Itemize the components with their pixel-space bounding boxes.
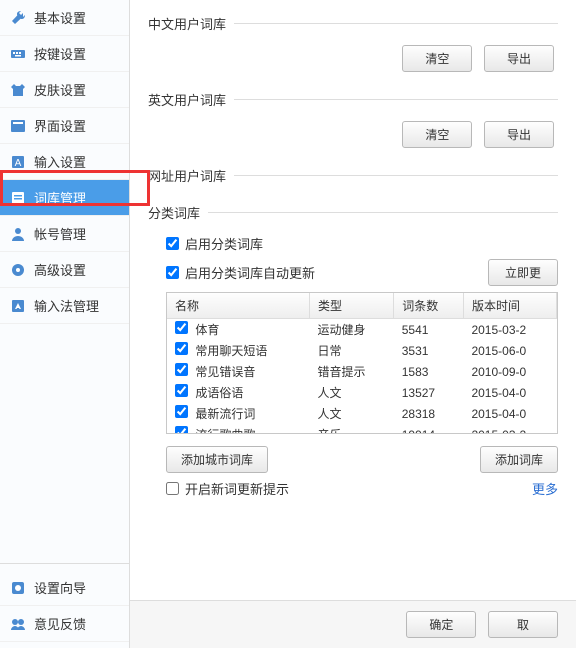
svg-text:A: A	[15, 158, 22, 169]
section-en-dict: 英文用户词库 清空 导出	[148, 90, 558, 148]
sidebar-item-account[interactable]: 帐号管理	[0, 216, 129, 252]
sidebar-label: 词库管理	[34, 188, 86, 207]
user-icon	[10, 226, 26, 242]
col-name[interactable]: 名称	[167, 293, 310, 319]
gear-icon	[10, 262, 26, 278]
ok-button[interactable]: 确定	[406, 611, 476, 638]
table-row[interactable]: 成语俗语人文135272015-04-0	[167, 382, 557, 403]
more-link[interactable]: 更多	[532, 479, 558, 498]
row-checkbox[interactable]	[175, 342, 188, 355]
section-url-dict: 网址用户词库	[148, 166, 558, 185]
col-type[interactable]: 类型	[310, 293, 394, 319]
row-checkbox[interactable]	[175, 384, 188, 397]
feedback-icon	[10, 616, 26, 632]
auto-update-checkbox[interactable]	[166, 266, 179, 279]
sidebar-label: 界面设置	[34, 116, 86, 135]
cell-date: 2015-03-2	[463, 319, 556, 341]
wrench-icon	[10, 10, 26, 26]
enable-cat-checkbox[interactable]	[166, 237, 179, 250]
new-word-tip-checkbox[interactable]	[166, 482, 179, 495]
section-title: 网址用户词库	[148, 166, 226, 185]
cell-count: 19914	[394, 424, 464, 434]
sidebar-label: 帐号管理	[34, 224, 86, 243]
sidebar-item-keys[interactable]: 按键设置	[0, 36, 129, 72]
sidebar-label: 基本设置	[34, 8, 86, 27]
row-checkbox[interactable]	[175, 426, 188, 434]
section-cn-dict: 中文用户词库 清空 导出	[148, 14, 558, 72]
keyboard-icon	[10, 46, 26, 62]
sidebar: 基本设置 按键设置 皮肤设置 界面设置 A 输入设置 词库管理	[0, 0, 130, 648]
auto-update-label: 启用分类词库自动更新	[185, 263, 315, 282]
dialog-footer: 确定 取	[130, 600, 576, 648]
sidebar-label: 设置向导	[34, 578, 86, 597]
sidebar-item-basic[interactable]: 基本设置	[0, 0, 129, 36]
cell-type: 日常	[310, 340, 394, 361]
table-row[interactable]: 常见错误音错音提示15832010-09-0	[167, 361, 557, 382]
cell-type: 人文	[310, 403, 394, 424]
add-city-button[interactable]: 添加城市词库	[166, 446, 268, 473]
cell-count: 5541	[394, 319, 464, 341]
cell-date: 2015-06-0	[463, 340, 556, 361]
sidebar-feedback[interactable]: 意见反馈	[0, 606, 129, 642]
sidebar-item-ui[interactable]: 界面设置	[0, 108, 129, 144]
section-cat-dict: 分类词库 启用分类词库 启用分类词库自动更新 立即更 名称 类型	[148, 203, 558, 498]
cell-type: 人文	[310, 382, 394, 403]
cell-type: 音乐	[310, 424, 394, 434]
sidebar-wizard[interactable]: 设置向导	[0, 570, 129, 606]
table-row[interactable]: 最新流行词人文283182015-04-0	[167, 403, 557, 424]
col-count[interactable]: 词条数	[394, 293, 464, 319]
update-now-button[interactable]: 立即更	[488, 259, 558, 286]
dict-icon	[10, 190, 26, 206]
new-word-tip-label: 开启新词更新提示	[185, 479, 289, 498]
section-title: 中文用户词库	[148, 14, 226, 33]
table-row[interactable]: 流行歌曲歌音乐199142015-03-2	[167, 424, 557, 434]
layout-icon	[10, 118, 26, 134]
enable-cat-label: 启用分类词库	[185, 234, 263, 253]
cell-count: 13527	[394, 382, 464, 403]
cell-type: 运动健身	[310, 319, 394, 341]
cell-date: 2015-04-0	[463, 403, 556, 424]
section-title: 分类词库	[148, 203, 200, 222]
input-icon: A	[10, 154, 26, 170]
sidebar-item-ime[interactable]: 输入法管理	[0, 288, 129, 324]
dict-table[interactable]: 名称 类型 词条数 版本时间 体育运动健身55412015-03-2 常用聊天短…	[166, 292, 558, 434]
section-title: 英文用户词库	[148, 90, 226, 109]
sidebar-label: 输入法管理	[34, 296, 99, 315]
export-button[interactable]: 导出	[484, 121, 554, 148]
row-checkbox[interactable]	[175, 405, 188, 418]
export-button[interactable]: 导出	[484, 45, 554, 72]
shirt-icon	[10, 82, 26, 98]
cell-count: 28318	[394, 403, 464, 424]
cell-date: 2010-09-0	[463, 361, 556, 382]
table-row[interactable]: 体育运动健身55412015-03-2	[167, 319, 557, 341]
row-checkbox[interactable]	[175, 321, 188, 334]
table-row[interactable]: 常用聊天短语日常35312015-06-0	[167, 340, 557, 361]
cancel-button[interactable]: 取	[488, 611, 558, 638]
cell-date: 2015-03-2	[463, 424, 556, 434]
cell-count: 3531	[394, 340, 464, 361]
row-checkbox[interactable]	[175, 363, 188, 376]
sidebar-item-skin[interactable]: 皮肤设置	[0, 72, 129, 108]
add-dict-button[interactable]: 添加词库	[480, 446, 558, 473]
sidebar-item-advanced[interactable]: 高级设置	[0, 252, 129, 288]
sidebar-label: 按键设置	[34, 44, 86, 63]
wizard-icon	[10, 580, 26, 596]
sidebar-item-dict[interactable]: 词库管理	[0, 180, 129, 216]
sidebar-label: 输入设置	[34, 152, 86, 171]
cell-date: 2015-04-0	[463, 382, 556, 403]
sidebar-label: 高级设置	[34, 260, 86, 279]
cell-count: 1583	[394, 361, 464, 382]
sidebar-item-input[interactable]: A 输入设置	[0, 144, 129, 180]
clear-button[interactable]: 清空	[402, 45, 472, 72]
sidebar-label: 意见反馈	[34, 614, 86, 633]
ime-icon	[10, 298, 26, 314]
col-date[interactable]: 版本时间	[463, 293, 556, 319]
sidebar-label: 皮肤设置	[34, 80, 86, 99]
cell-type: 错音提示	[310, 361, 394, 382]
clear-button[interactable]: 清空	[402, 121, 472, 148]
main-panel: 中文用户词库 清空 导出 英文用户词库 清空 导出 网址用户词库	[130, 0, 576, 648]
